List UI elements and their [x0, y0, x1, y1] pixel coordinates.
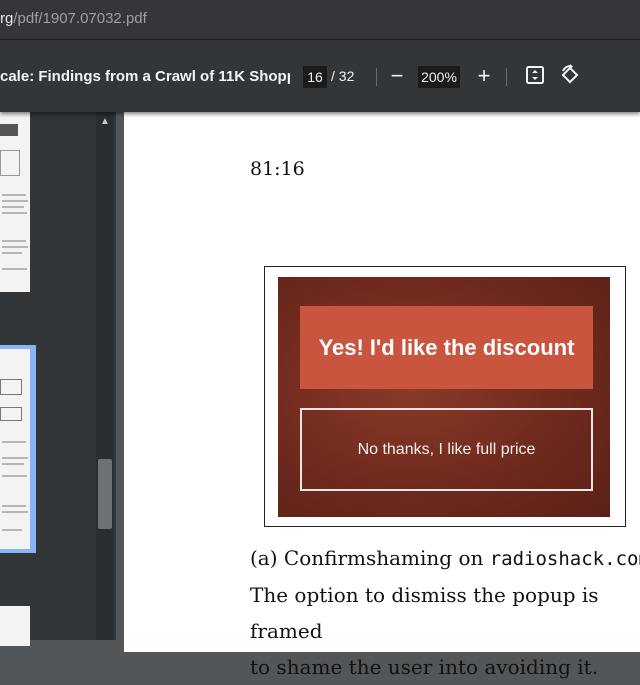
- page-thumbnail[interactable]: [0, 606, 30, 646]
- caption-prefix: (a) Confirmshaming on: [250, 546, 490, 570]
- fit-to-page-icon[interactable]: [523, 64, 547, 88]
- address-bar[interactable]: rg/pdf/1907.07032.pdf: [0, 0, 640, 40]
- zoom-level-input[interactable]: 200%: [418, 66, 460, 88]
- sidebar-scrollbar[interactable]: [96, 112, 114, 640]
- pdf-page: 81:16 Yes! I'd like the discount No than…: [124, 112, 640, 679]
- thumbnail-figure: [0, 124, 18, 136]
- url-path: /pdf/1907.07032.pdf: [13, 10, 147, 27]
- scroll-up-arrow-icon[interactable]: ▲: [96, 112, 114, 132]
- thumbnail-text-line: [2, 475, 27, 477]
- page-header: 81:16: [250, 158, 305, 180]
- thumbnail-text-line: [2, 240, 26, 242]
- discount-popup-image: Yes! I'd like the discount No thanks, I …: [278, 277, 610, 517]
- page-thumbnail-current[interactable]: [0, 349, 30, 549]
- url-text[interactable]: rg/pdf/1907.07032.pdf: [0, 10, 147, 27]
- rotate-icon[interactable]: [558, 64, 582, 88]
- plus-icon[interactable]: +: [472, 64, 496, 88]
- rotate-glyph: [561, 64, 579, 84]
- caption-line-3: to shame the user into avoiding it.: [250, 655, 599, 679]
- minus-icon[interactable]: −: [385, 64, 409, 88]
- thumbnail-text-line: [2, 194, 26, 196]
- thumbnail-text-line: [2, 457, 28, 459]
- thumbnail-figure: [0, 150, 20, 176]
- thumbnail-text-line: [2, 212, 27, 214]
- sidebar-scroll-thumb[interactable]: [98, 459, 112, 529]
- thumbnail-text-line: [2, 463, 24, 465]
- fit-to-page-glyph: [526, 66, 544, 84]
- thumbnail-sidebar: ▲: [0, 112, 116, 646]
- caption-line-1: (a) Confirmshaming on radioshack.com.: [250, 540, 640, 577]
- thumbnail-text-line: [2, 511, 28, 513]
- thumbnail-figure: [0, 379, 22, 395]
- thumbnail-text-line: [2, 252, 22, 254]
- figure-frame: Yes! I'd like the discount No thanks, I …: [264, 266, 626, 527]
- thumbnail-text-line: [2, 206, 24, 208]
- url-host: rg: [0, 10, 14, 27]
- pdf-viewer[interactable]: 81:16 Yes! I'd like the discount No than…: [116, 112, 640, 679]
- page-number-input[interactable]: 16: [303, 66, 327, 88]
- thumbnail-text-line: [2, 200, 28, 202]
- total-pages: 32: [338, 68, 355, 84]
- no-thanks-button: No thanks, I like full price: [300, 408, 593, 491]
- thumbnail-figure: [0, 407, 22, 421]
- thumbnail-text-line: [2, 505, 26, 507]
- figure-caption: (a) Confirmshaming on radioshack.com. Th…: [250, 540, 640, 685]
- pdf-toolbar: cale: Findings from a Crawl of 11K Shopp…: [0, 40, 640, 112]
- toolbar-divider: [376, 68, 377, 86]
- thumbnail-text-line: [2, 529, 22, 531]
- page-separator: /: [331, 68, 335, 84]
- caption-site: radioshack.com: [489, 548, 640, 570]
- page-thumbnail[interactable]: [0, 112, 30, 292]
- page-count: / 32: [331, 68, 354, 84]
- thumbnail-text-line: [2, 441, 26, 443]
- thumbnail-text-line: [2, 268, 27, 270]
- yes-discount-button: Yes! I'd like the discount: [300, 306, 593, 389]
- thumbnail-text-line: [2, 246, 28, 248]
- document-title: cale: Findings from a Crawl of 11K Shopp…: [0, 68, 290, 85]
- caption-line-2: The option to dismiss the popup is frame…: [250, 583, 599, 643]
- toolbar-divider: [506, 68, 507, 86]
